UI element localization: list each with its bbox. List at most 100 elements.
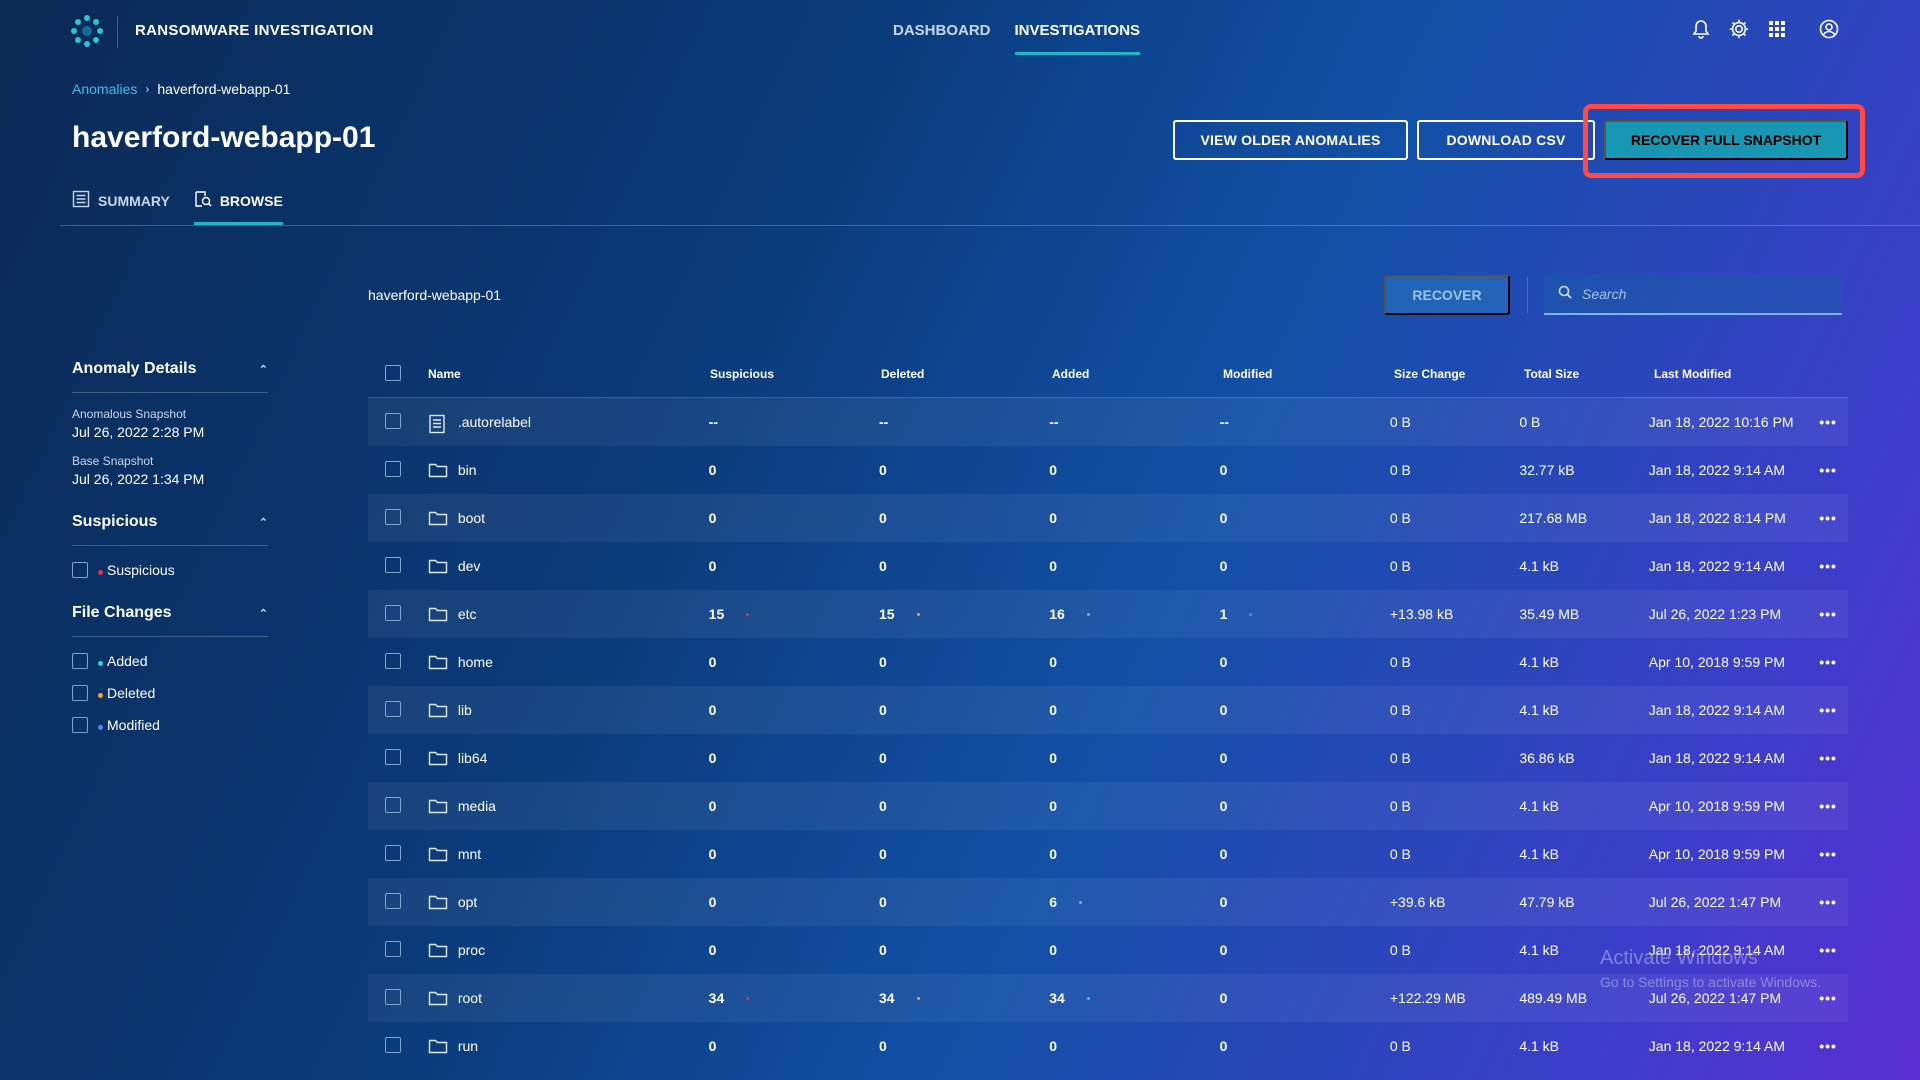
chevron-up-icon[interactable]: ⌃: [259, 516, 268, 529]
cell-name-text[interactable]: lib64: [458, 750, 488, 766]
filter-suspicious[interactable]: Suspicious: [72, 562, 268, 578]
cell-name-text[interactable]: mnt: [458, 846, 481, 862]
table-row[interactable]: media 0 0 0 0 0 B 4.1 kB Apr 10, 2018 9:59 PM ••…: [368, 782, 1848, 830]
more-options-icon[interactable]: •••: [1808, 510, 1848, 526]
select-all-checkbox[interactable]: [385, 364, 401, 381]
row-checkbox[interactable]: [385, 508, 401, 525]
nav-investigations[interactable]: INVESTIGATIONS: [1014, 22, 1140, 55]
cell-name[interactable]: run: [428, 1038, 709, 1054]
more-options-icon[interactable]: •••: [1808, 846, 1848, 862]
checkbox[interactable]: [72, 653, 88, 669]
cell-name[interactable]: proc: [428, 942, 709, 958]
row-checkbox[interactable]: [385, 988, 401, 1005]
cell-name[interactable]: boot: [428, 510, 709, 526]
more-options-icon[interactable]: •••: [1808, 798, 1848, 814]
col-size-change[interactable]: Size Change: [1394, 367, 1524, 381]
table-row[interactable]: run 0 0 0 0 0 B 4.1 kB Jan 18, 2022 9:14 AM •••: [368, 1022, 1848, 1070]
cell-name[interactable]: bin: [428, 462, 709, 478]
table-row[interactable]: bin 0 0 0 0 0 B 32.77 kB Jan 18, 2022 9:14 AM ••…: [368, 446, 1848, 494]
row-checkbox[interactable]: [385, 748, 401, 765]
col-name[interactable]: Name: [428, 367, 710, 381]
table-row[interactable]: home 0 0 0 0 0 B 4.1 kB Apr 10, 2018 9:59 PM •••: [368, 638, 1848, 686]
cell-name-text[interactable]: etc: [458, 606, 477, 622]
more-options-icon[interactable]: •••: [1808, 462, 1848, 478]
cell-name[interactable]: etc: [428, 606, 709, 622]
filter-modified[interactable]: Modified: [72, 717, 268, 733]
table-row[interactable]: dev 0 0 0 0 0 B 4.1 kB Jan 18, 2022 9:14 AM •••: [368, 542, 1848, 590]
col-modified[interactable]: Modified: [1223, 367, 1394, 381]
cell-name-text[interactable]: boot: [458, 510, 485, 526]
row-checkbox[interactable]: [385, 940, 401, 957]
cell-name[interactable]: mnt: [428, 846, 709, 862]
bell-icon[interactable]: [1690, 18, 1712, 40]
more-options-icon[interactable]: •••: [1808, 654, 1848, 670]
table-row[interactable]: lib64 0 0 0 0 0 B 36.86 kB Jan 18, 2022 9:14 AM…: [368, 734, 1848, 782]
cell-name-text[interactable]: root: [458, 990, 482, 1006]
cell-name[interactable]: home: [428, 654, 709, 670]
table-row[interactable]: .autorelabel -- -- -- -- 0 B 0 B Jan 18, 2022 1…: [368, 398, 1848, 446]
row-checkbox[interactable]: [385, 412, 401, 429]
table-row[interactable]: opt 0 0 6 0 +39.6 kB 47.79 kB Jul 26, 2022 1:47…: [368, 878, 1848, 926]
row-checkbox[interactable]: [385, 652, 401, 669]
more-options-icon[interactable]: •••: [1808, 750, 1848, 766]
cell-name[interactable]: .autorelabel: [428, 414, 709, 434]
more-options-icon[interactable]: •••: [1808, 1038, 1848, 1054]
more-options-icon[interactable]: •••: [1808, 894, 1848, 910]
cell-name[interactable]: media: [428, 798, 709, 814]
filter-added[interactable]: Added: [72, 653, 268, 669]
file-changes-header[interactable]: File Changes ⌃: [72, 604, 268, 637]
row-checkbox[interactable]: [385, 1036, 401, 1053]
suspicious-header[interactable]: Suspicious ⌃: [72, 513, 268, 546]
download-csv-button[interactable]: DOWNLOAD CSV: [1417, 120, 1595, 160]
cell-name-text[interactable]: proc: [458, 942, 485, 958]
more-options-icon[interactable]: •••: [1808, 990, 1848, 1006]
user-icon[interactable]: [1818, 18, 1840, 40]
col-total-size[interactable]: Total Size: [1524, 367, 1654, 381]
gear-icon[interactable]: [1728, 18, 1750, 40]
app-logo-icon[interactable]: [70, 14, 104, 48]
table-row[interactable]: mnt 0 0 0 0 0 B 4.1 kB Apr 10, 2018 9:59 PM •••: [368, 830, 1848, 878]
nav-dashboard[interactable]: DASHBOARD: [893, 22, 991, 39]
col-added[interactable]: Added: [1052, 367, 1223, 381]
chevron-up-icon[interactable]: ⌃: [259, 363, 268, 376]
table-row[interactable]: lib 0 0 0 0 0 B 4.1 kB Jan 18, 2022 9:14 AM •••: [368, 686, 1848, 734]
cell-name[interactable]: opt: [428, 894, 709, 910]
cell-name[interactable]: dev: [428, 558, 709, 574]
row-checkbox[interactable]: [385, 460, 401, 477]
checkbox[interactable]: [72, 717, 88, 733]
cell-name[interactable]: lib: [428, 702, 709, 718]
cell-name-text[interactable]: opt: [458, 894, 477, 910]
recover-button[interactable]: RECOVER: [1384, 275, 1510, 315]
cell-name[interactable]: root: [428, 990, 709, 1006]
cell-name-text[interactable]: home: [458, 654, 493, 670]
more-options-icon[interactable]: •••: [1808, 414, 1848, 430]
search-input[interactable]: [1582, 286, 1822, 302]
tab-summary[interactable]: SUMMARY: [72, 190, 170, 223]
row-checkbox[interactable]: [385, 844, 401, 861]
more-options-icon[interactable]: •••: [1808, 606, 1848, 622]
row-checkbox[interactable]: [385, 604, 401, 621]
anomaly-details-header[interactable]: Anomaly Details ⌃: [72, 360, 268, 393]
checkbox[interactable]: [72, 685, 88, 701]
cell-name-text[interactable]: bin: [458, 462, 477, 478]
view-older-anomalies-button[interactable]: VIEW OLDER ANOMALIES: [1173, 120, 1408, 160]
more-options-icon[interactable]: •••: [1808, 702, 1848, 718]
filter-deleted[interactable]: Deleted: [72, 685, 268, 701]
table-row[interactable]: boot 0 0 0 0 0 B 217.68 MB Jan 18, 2022 8:14 PM…: [368, 494, 1848, 542]
recover-full-snapshot-button[interactable]: RECOVER FULL SNAPSHOT: [1604, 120, 1848, 160]
cell-name[interactable]: lib64: [428, 750, 709, 766]
cell-name-text[interactable]: lib: [458, 702, 472, 718]
search-box[interactable]: [1544, 275, 1842, 315]
cell-name-text[interactable]: media: [458, 798, 496, 814]
col-last-modified[interactable]: Last Modified: [1654, 367, 1814, 381]
apps-grid-icon[interactable]: [1766, 18, 1788, 40]
col-deleted[interactable]: Deleted: [881, 367, 1052, 381]
cell-name-text[interactable]: .autorelabel: [458, 414, 531, 430]
cell-name-text[interactable]: run: [458, 1038, 478, 1054]
row-checkbox[interactable]: [385, 556, 401, 573]
tab-browse[interactable]: BROWSE: [193, 190, 283, 225]
row-checkbox[interactable]: [385, 892, 401, 909]
row-checkbox[interactable]: [385, 796, 401, 813]
col-suspicious[interactable]: Suspicious: [710, 367, 881, 381]
more-options-icon[interactable]: •••: [1808, 558, 1848, 574]
